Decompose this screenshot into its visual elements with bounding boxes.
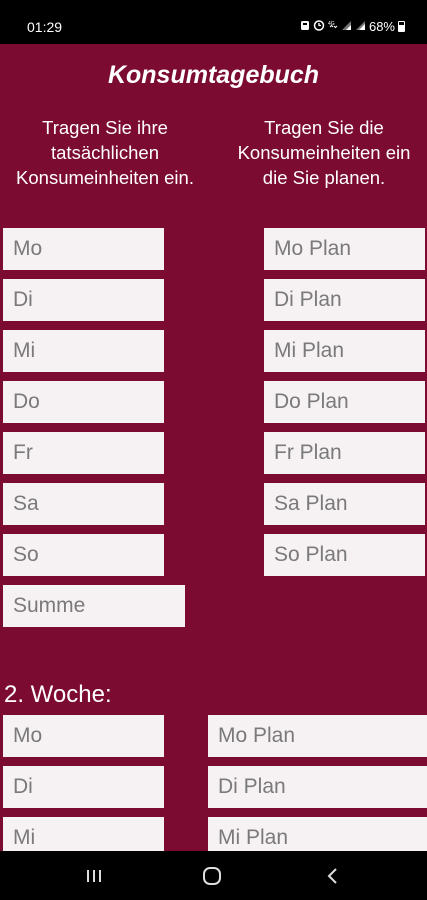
input-so[interactable]: So — [3, 534, 164, 576]
input-w2-mo[interactable]: Mo — [3, 715, 164, 757]
input-mo-plan[interactable]: Mo Plan — [264, 228, 425, 270]
notification-icon — [300, 19, 310, 34]
instruction-plan: Tragen Sie die Konsumeinheiten ein die S… — [237, 117, 411, 188]
navigation-bar — [0, 851, 427, 900]
status-bar: 01:29 4G 68% — [0, 0, 427, 44]
input-do[interactable]: Do — [3, 381, 164, 423]
lte-icon: 4G — [328, 19, 338, 34]
input-w2-di[interactable]: Di — [3, 766, 164, 808]
recents-icon[interactable] — [82, 865, 106, 887]
home-icon[interactable] — [200, 865, 224, 887]
input-w2-mo-plan[interactable]: Mo Plan — [208, 715, 427, 757]
input-fr[interactable]: Fr — [3, 432, 164, 474]
battery-percent: 68% — [368, 19, 395, 34]
signal-icon — [341, 19, 352, 34]
week-2-heading: 2. Woche: — [4, 681, 112, 708]
app-screen: Konsumtagebuch Tragen Sie ihre tatsächli… — [0, 44, 427, 851]
input-sa-plan[interactable]: Sa Plan — [264, 483, 425, 525]
status-time: 01:29 — [27, 19, 63, 35]
input-fr-plan[interactable]: Fr Plan — [264, 432, 425, 474]
input-di-plan[interactable]: Di Plan — [264, 279, 425, 321]
signal-icon-2 — [355, 19, 366, 34]
input-mi-plan[interactable]: Mi Plan — [264, 330, 425, 372]
status-icons: 4G 68% — [300, 19, 405, 34]
input-summe[interactable]: Summe — [3, 585, 185, 627]
input-mo[interactable]: Mo — [3, 228, 164, 270]
input-do-plan[interactable]: Do Plan — [264, 381, 425, 423]
battery-icon — [398, 21, 405, 32]
alarm-icon — [313, 19, 325, 34]
input-w2-mi[interactable]: Mi — [3, 817, 164, 851]
input-w2-di-plan[interactable]: Di Plan — [208, 766, 427, 808]
input-so-plan[interactable]: So Plan — [264, 534, 425, 576]
instruction-actual: Tragen Sie ihre tatsächlichen Konsumeinh… — [16, 117, 194, 188]
input-w2-mi-plan[interactable]: Mi Plan — [208, 817, 427, 851]
back-icon[interactable] — [321, 865, 345, 887]
input-di[interactable]: Di — [3, 279, 164, 321]
page-title: Konsumtagebuch — [107, 61, 320, 89]
input-mi[interactable]: Mi — [3, 330, 164, 372]
input-sa[interactable]: Sa — [3, 483, 164, 525]
